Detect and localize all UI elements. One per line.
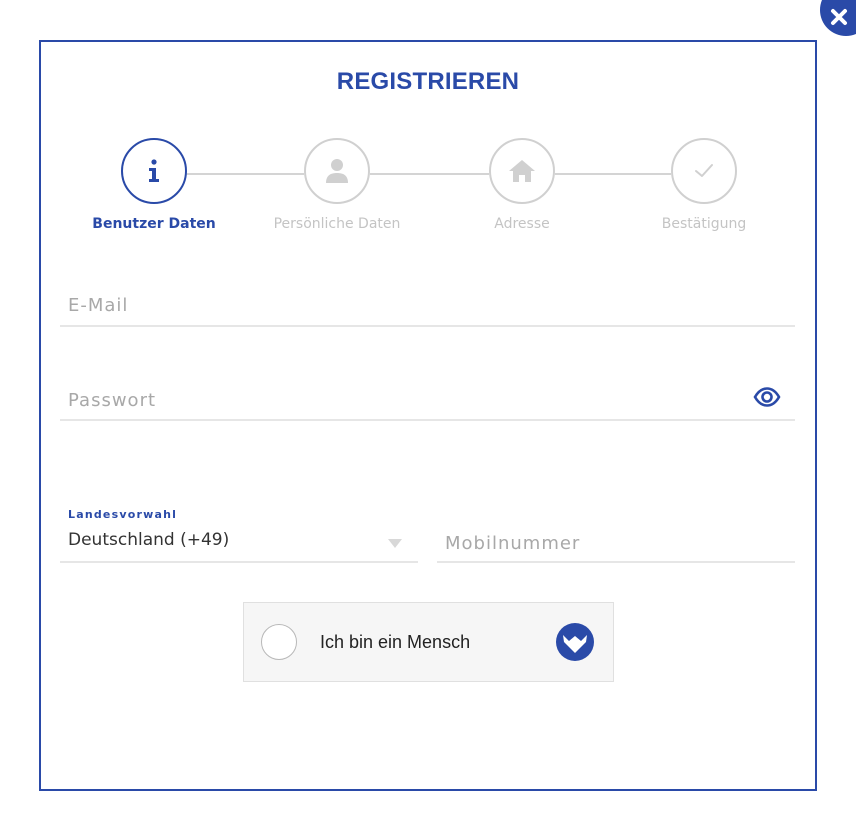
step-bestaetigung[interactable]: Bestätigung — [624, 138, 784, 232]
password-field-wrapper — [60, 385, 795, 421]
email-input[interactable] — [60, 290, 795, 320]
registration-dialog: REGISTRIEREN Benutzer Daten Persönliche … — [39, 40, 817, 791]
step-circle — [489, 138, 555, 204]
show-password-button[interactable] — [753, 387, 781, 412]
stepper: Benutzer Daten Persönliche Daten Adresse — [41, 138, 815, 248]
captcha-label: Ich bin ein Mensch — [320, 632, 471, 652]
step-adresse[interactable]: Adresse — [442, 138, 602, 232]
mobile-field-wrapper — [437, 528, 795, 563]
step-label: Persönliche Daten — [273, 216, 401, 232]
captcha-checkbox[interactable] — [261, 624, 297, 660]
country-code-value: Deutschland (+49) — [68, 530, 230, 550]
step-label: Benutzer Daten — [92, 216, 216, 232]
step-circle — [671, 138, 737, 204]
step-label: Adresse — [494, 216, 550, 232]
dialog-title: REGISTRIEREN — [336, 68, 520, 95]
password-input[interactable] — [60, 385, 795, 415]
close-button[interactable] — [820, 0, 856, 36]
country-code-select[interactable]: Deutschland (+49) — [60, 528, 418, 563]
captcha-widget: Ich bin ein Mensch — [243, 602, 614, 682]
fox-shield-icon — [556, 623, 594, 661]
country-code-label: Landesvorwahl — [68, 508, 178, 521]
person-icon — [326, 159, 348, 183]
step-circle — [304, 138, 370, 204]
step-label: Bestätigung — [661, 216, 747, 232]
info-icon — [149, 159, 159, 182]
step-persoenliche-daten[interactable]: Persönliche Daten — [257, 138, 417, 232]
eye-icon — [753, 387, 781, 407]
check-icon — [695, 164, 713, 177]
step-circle — [121, 138, 187, 204]
close-icon — [831, 9, 847, 25]
mobile-number-input[interactable] — [437, 528, 795, 558]
home-icon — [509, 160, 535, 182]
step-benutzer-daten[interactable]: Benutzer Daten — [74, 138, 234, 232]
chevron-down-icon — [388, 539, 402, 548]
email-field-wrapper — [60, 290, 795, 327]
